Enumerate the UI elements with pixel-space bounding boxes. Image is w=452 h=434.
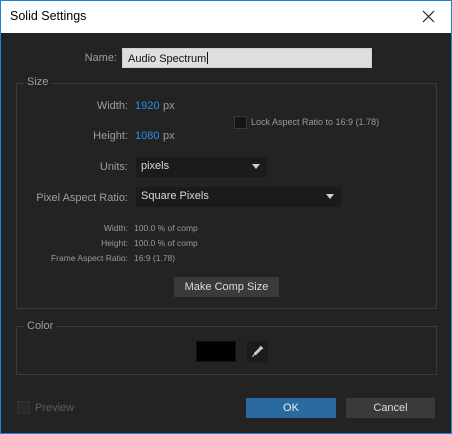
pixel-aspect-ratio-dropdown[interactable]: Square Pixels [136, 187, 341, 207]
width-unit: px [163, 100, 175, 112]
chevron-down-icon [252, 164, 260, 169]
solid-settings-dialog: Solid Settings Name: Audio Spectrum Size… [0, 0, 452, 434]
info-height-value: 100.0 % of comp [134, 238, 198, 248]
lock-aspect-ratio-checkbox[interactable] [234, 116, 247, 129]
info-height-label: Height: [101, 238, 128, 248]
ok-button[interactable]: OK [246, 398, 336, 418]
close-icon [422, 10, 435, 23]
title-bar: Solid Settings [1, 1, 451, 33]
name-label: Name: [84, 52, 117, 64]
close-button[interactable] [407, 1, 451, 33]
lock-aspect-ratio-label[interactable]: Lock Aspect Ratio to 16:9 (1.78) [251, 117, 379, 127]
info-width-value: 100.0 % of comp [134, 223, 198, 233]
width-value[interactable]: 1920 [135, 100, 159, 112]
preview-label[interactable]: Preview [35, 402, 74, 414]
chevron-down-icon [326, 194, 334, 199]
width-label: Width: [96, 100, 128, 112]
size-group-title: Size [24, 76, 52, 88]
color-group-title: Color [24, 320, 57, 332]
name-input-value: Audio Spectrum [128, 53, 207, 65]
units-dropdown[interactable]: pixels [136, 157, 267, 177]
pixel-aspect-ratio-label: Pixel Aspect Ratio: [36, 192, 128, 204]
height-value[interactable]: 1080 [135, 130, 159, 142]
eyedropper-button[interactable] [247, 341, 268, 362]
eyedropper-icon [252, 345, 264, 357]
text-caret [207, 52, 209, 64]
units-dropdown-value: pixels [141, 160, 170, 172]
height-unit: px [163, 130, 175, 142]
frame-aspect-ratio-value: 16:9 (1.78) [134, 253, 176, 263]
preview-checkbox[interactable] [17, 401, 30, 414]
height-label: Height: [93, 130, 128, 142]
make-comp-size-button[interactable]: Make Comp Size [174, 277, 279, 297]
pixel-aspect-ratio-value: Square Pixels [141, 190, 209, 202]
cancel-button[interactable]: Cancel [346, 398, 435, 418]
info-width-label: Width: [103, 223, 128, 233]
frame-aspect-ratio-label: Frame Aspect Ratio: [50, 253, 128, 263]
color-swatch[interactable] [196, 341, 236, 362]
dialog-title: Solid Settings [10, 9, 87, 23]
name-input[interactable]: Audio Spectrum [122, 48, 372, 68]
units-label: Units: [99, 161, 128, 173]
